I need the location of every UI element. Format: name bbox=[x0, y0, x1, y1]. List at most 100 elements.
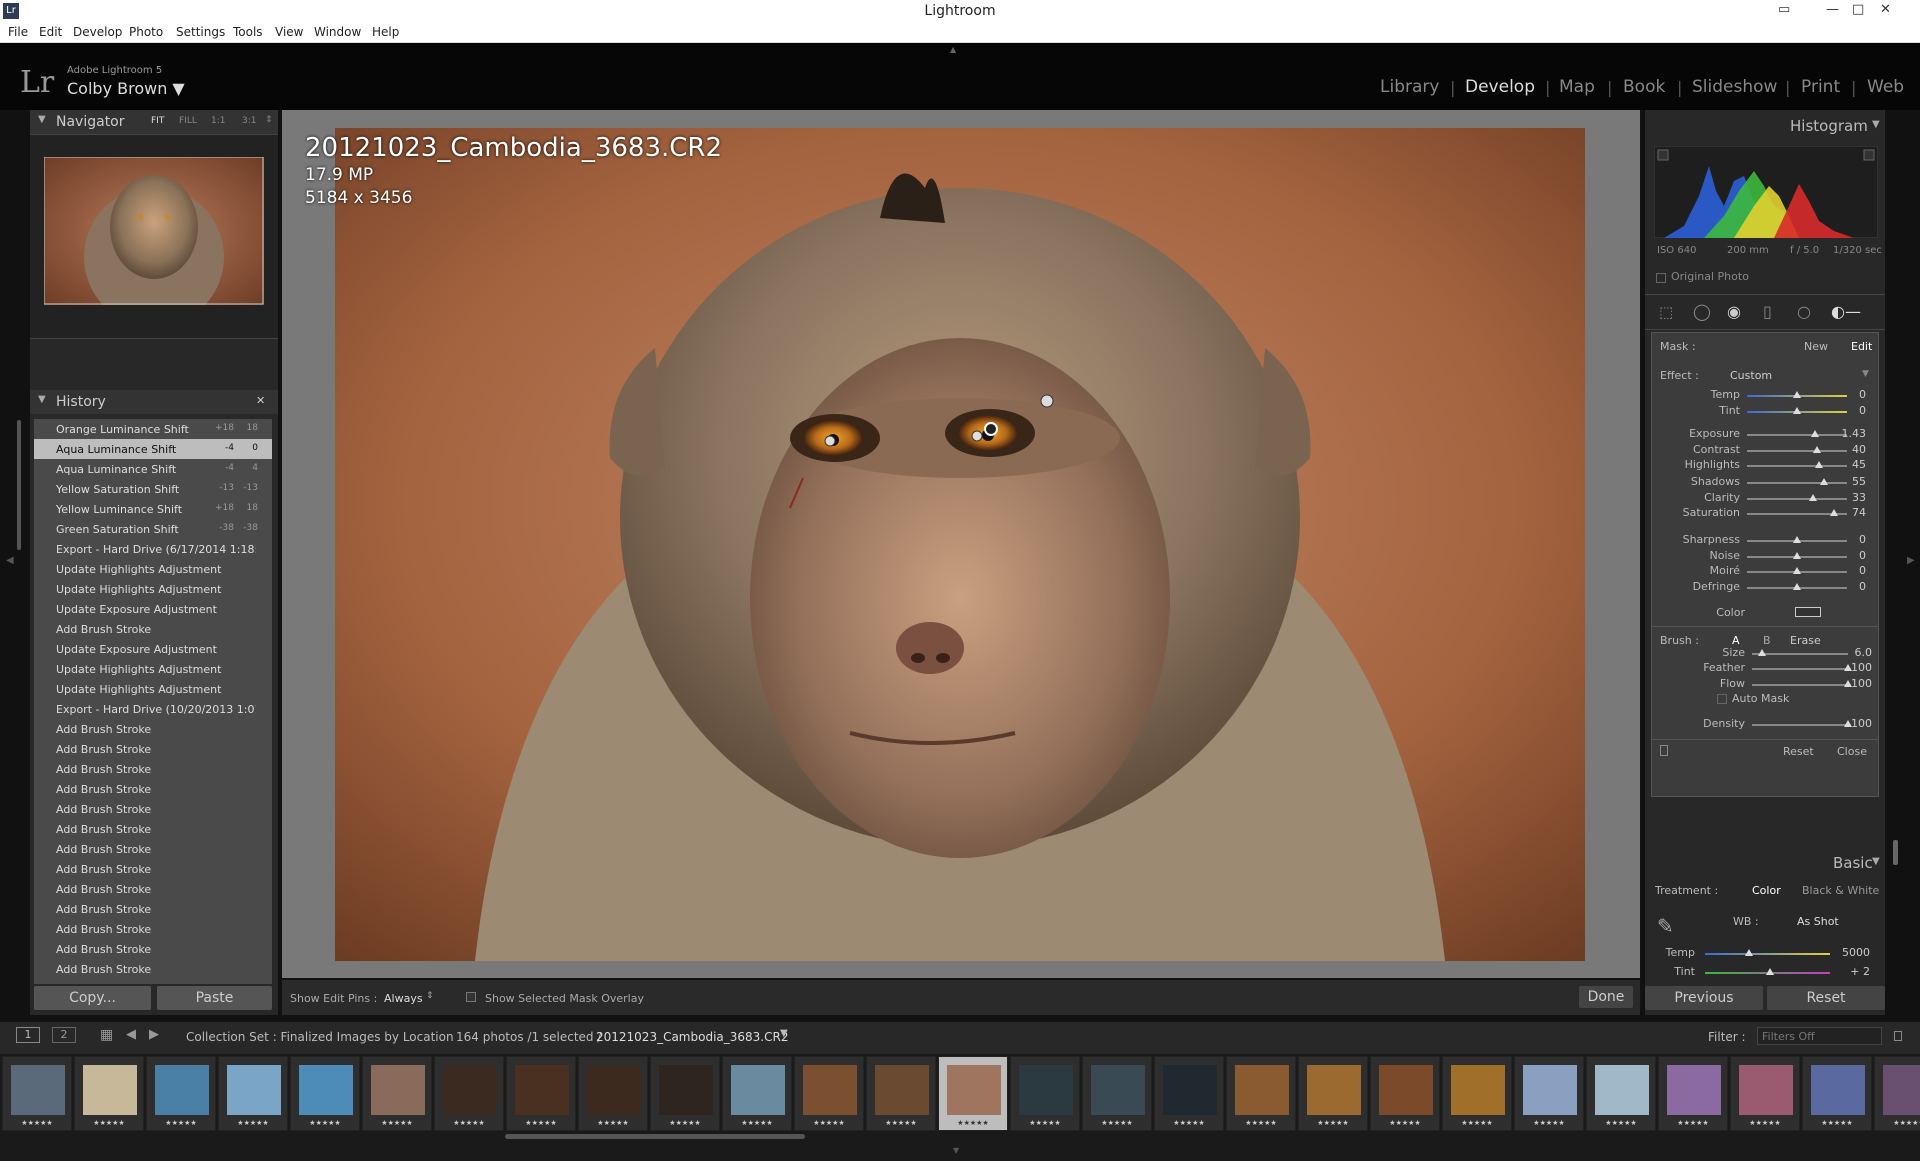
color-swatch[interactable] bbox=[1795, 607, 1821, 617]
menu-view[interactable]: View bbox=[275, 25, 303, 39]
history-item[interactable]: Add Brush Stroke bbox=[34, 859, 272, 879]
zoom-fit[interactable]: FIT bbox=[151, 116, 164, 126]
photo-image[interactable] bbox=[335, 128, 1585, 961]
menu-window[interactable]: Window bbox=[314, 25, 361, 39]
brush-b-button[interactable]: B bbox=[1763, 634, 1771, 647]
menu-develop[interactable]: Develop bbox=[73, 25, 122, 39]
treatment-color-option[interactable]: Color bbox=[1752, 884, 1781, 897]
filmstrip-thumbnail[interactable]: ★★★★★ bbox=[1730, 1056, 1800, 1131]
basic-tint-thumb[interactable] bbox=[1766, 968, 1774, 975]
history-item[interactable]: Add Brush Stroke bbox=[34, 759, 272, 779]
edit-pin[interactable] bbox=[971, 430, 983, 442]
thumbnail-image[interactable] bbox=[1307, 1065, 1361, 1115]
right-panel-toggle-icon[interactable]: ▶ bbox=[1907, 555, 1915, 566]
thumbnail-image[interactable] bbox=[299, 1065, 353, 1115]
thumbnail-image[interactable] bbox=[443, 1065, 497, 1115]
filmstrip-thumbnail[interactable]: ★★★★★ bbox=[1082, 1056, 1152, 1131]
adj-slider-thumb[interactable] bbox=[1811, 430, 1819, 437]
module-develop[interactable]: Develop bbox=[1465, 77, 1535, 97]
thumbnail-image[interactable] bbox=[875, 1065, 929, 1115]
collapse-icon[interactable]: ▼ bbox=[1872, 856, 1880, 867]
star-rating[interactable]: ★★★★★ bbox=[1371, 1119, 1439, 1127]
brush-erase-button[interactable]: Erase bbox=[1790, 634, 1821, 647]
star-rating[interactable]: ★★★★★ bbox=[147, 1119, 215, 1127]
filmstrip-thumbnail[interactable]: ★★★★★ bbox=[1010, 1056, 1080, 1131]
history-item[interactable]: Update Highlights Adjustment bbox=[34, 679, 272, 699]
maximize-icon[interactable]: □ bbox=[1852, 2, 1864, 17]
mask-new-button[interactable]: New bbox=[1804, 340, 1828, 353]
selected-filename[interactable]: 20121023_Cambodia_3683.CR2 bbox=[596, 1030, 788, 1044]
star-rating[interactable]: ★★★★★ bbox=[291, 1119, 359, 1127]
thumbnail-image[interactable] bbox=[1883, 1065, 1920, 1115]
thumbnail-image[interactable] bbox=[1451, 1065, 1505, 1115]
brush-reset-button[interactable]: Reset bbox=[1783, 745, 1814, 758]
filmstrip-thumbnail[interactable]: ★★★★★ bbox=[146, 1056, 216, 1131]
highlight-clip-icon[interactable] bbox=[1863, 149, 1875, 161]
history-item[interactable]: Add Brush Stroke bbox=[34, 899, 272, 919]
effect-collapse-icon[interactable]: ▼ bbox=[1862, 369, 1869, 379]
basic-temp-slider[interactable] bbox=[1705, 953, 1830, 955]
thumbnail-image[interactable] bbox=[731, 1065, 785, 1115]
collapse-icon[interactable]: ▼ bbox=[1872, 119, 1880, 130]
forward-arrow-icon[interactable]: ▶ bbox=[149, 1027, 159, 1042]
module-web[interactable]: Web bbox=[1867, 77, 1904, 97]
filmstrip-thumbnail[interactable]: ★★★★★ bbox=[578, 1056, 648, 1131]
filmstrip-thumbnail[interactable]: ★★★★★ bbox=[866, 1056, 936, 1131]
crop-tool-icon[interactable]: ⬚ bbox=[1659, 303, 1673, 321]
history-item[interactable]: Add Brush Stroke bbox=[34, 839, 272, 859]
filmstrip-thumbnail[interactable]: ★★★★★ bbox=[434, 1056, 504, 1131]
secondary-display-button[interactable]: 2 bbox=[52, 1027, 76, 1043]
thumbnail-image[interactable] bbox=[1667, 1065, 1721, 1115]
thumbnail-image[interactable] bbox=[587, 1065, 641, 1115]
adj-slider-thumb[interactable] bbox=[1809, 494, 1817, 501]
star-rating[interactable]: ★★★★★ bbox=[3, 1119, 71, 1127]
mask-edit-button[interactable]: Edit bbox=[1851, 340, 1872, 353]
collapse-icon[interactable]: ▼ bbox=[38, 394, 46, 405]
star-rating[interactable]: ★★★★★ bbox=[1011, 1119, 1079, 1127]
menu-edit[interactable]: Edit bbox=[39, 25, 62, 39]
reset-button[interactable]: Reset bbox=[1767, 986, 1885, 1010]
history-item[interactable]: Export - Hard Drive (6/17/2014 1:18:34 .… bbox=[34, 539, 272, 559]
navigator-thumbnail[interactable] bbox=[44, 157, 264, 305]
spot-removal-icon[interactable]: ◯ bbox=[1693, 302, 1711, 321]
right-scrollbar[interactable] bbox=[1893, 840, 1898, 865]
filmstrip-thumbnail[interactable]: ★★★★★ bbox=[1514, 1056, 1584, 1131]
thumbnail-image[interactable] bbox=[515, 1065, 569, 1115]
filter-select[interactable]: Filters Off bbox=[1757, 1027, 1882, 1045]
original-photo-checkbox[interactable] bbox=[1656, 273, 1666, 283]
thumbnail-image[interactable] bbox=[1379, 1065, 1433, 1115]
star-rating[interactable]: ★★★★★ bbox=[363, 1119, 431, 1127]
history-item[interactable]: Aqua Luminance Shift -4 4 bbox=[34, 459, 272, 479]
filmstrip-thumbnail[interactable]: ★★★★★ bbox=[1802, 1056, 1872, 1131]
module-book[interactable]: Book bbox=[1623, 77, 1665, 97]
navigator-preview[interactable] bbox=[30, 134, 278, 339]
filmstrip-thumbnail[interactable]: ★★★★★ bbox=[1658, 1056, 1728, 1131]
adj-slider-thumb[interactable] bbox=[1793, 583, 1801, 590]
star-rating[interactable]: ★★★★★ bbox=[1803, 1119, 1871, 1127]
main-photo[interactable] bbox=[335, 128, 1585, 961]
star-rating[interactable]: ★★★★★ bbox=[795, 1119, 863, 1127]
star-rating[interactable]: ★★★★★ bbox=[867, 1119, 935, 1127]
zoom-3-1[interactable]: 3:1 bbox=[242, 116, 256, 126]
history-item[interactable]: Yellow Luminance Shift +18 18 bbox=[34, 499, 272, 519]
star-rating[interactable]: ★★★★★ bbox=[1443, 1119, 1511, 1127]
filmstrip-thumbnail[interactable]: ★★★★★ bbox=[722, 1056, 792, 1131]
thumbnail-image[interactable] bbox=[947, 1065, 1001, 1115]
filter-lock-icon[interactable] bbox=[1894, 1031, 1902, 1041]
minimize-icon[interactable]: — bbox=[1826, 2, 1839, 17]
filmstrip-thumbnail[interactable]: ★★★★★ bbox=[1226, 1056, 1296, 1131]
star-rating[interactable]: ★★★★★ bbox=[1227, 1119, 1295, 1127]
history-item[interactable]: Orange Luminance Shift +18 18 bbox=[34, 419, 272, 439]
history-item[interactable]: Update Highlights Adjustment bbox=[34, 659, 272, 679]
history-item[interactable]: Add Brush Stroke bbox=[34, 619, 272, 639]
history-item[interactable]: Add Brush Stroke bbox=[34, 779, 272, 799]
done-button[interactable]: Done bbox=[1579, 986, 1633, 1008]
adj-slider-thumb[interactable] bbox=[1793, 536, 1801, 543]
star-rating[interactable]: ★★★★★ bbox=[651, 1119, 719, 1127]
previous-button[interactable]: Previous bbox=[1645, 986, 1763, 1010]
star-rating[interactable]: ★★★★★ bbox=[219, 1119, 287, 1127]
history-item[interactable]: Add Brush Stroke bbox=[34, 939, 272, 959]
adj-slider-thumb[interactable] bbox=[1793, 552, 1801, 559]
edit-pin-selected[interactable] bbox=[984, 422, 998, 436]
star-rating[interactable]: ★★★★★ bbox=[1875, 1119, 1920, 1127]
